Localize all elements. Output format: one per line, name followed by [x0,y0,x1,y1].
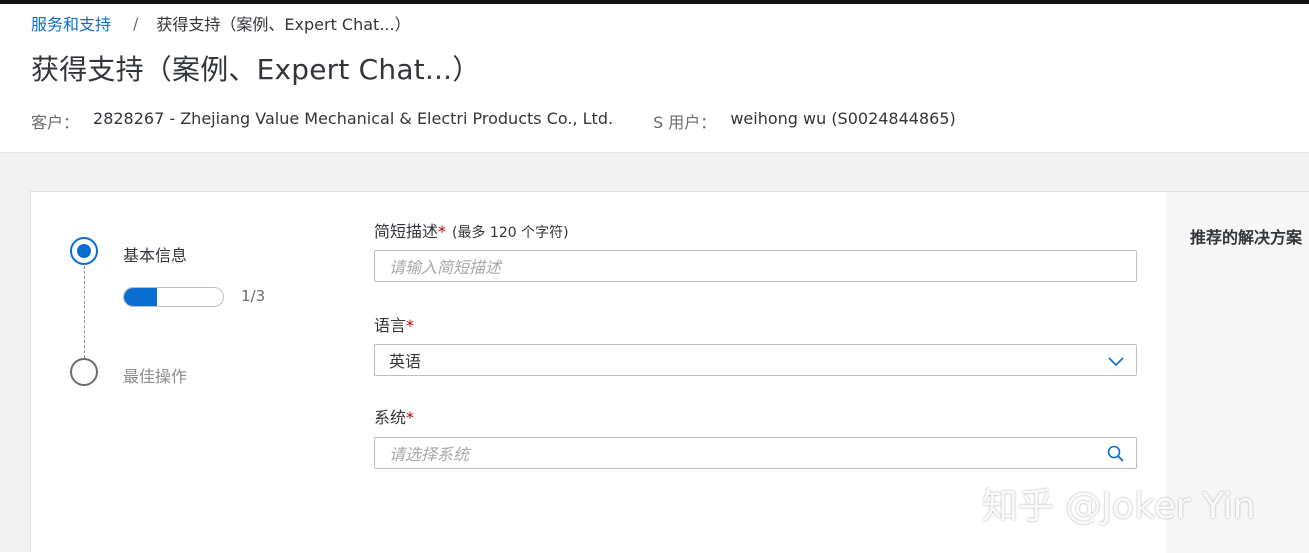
step-1-label[interactable]: 基本信息 [123,242,187,266]
short-desc-hint: (最多 120 个字符) [452,225,569,241]
required-marker: * [438,222,447,241]
short-desc-label: 简短描述* (最多 120 个字符) [374,222,569,241]
header-meta: 客户： 2828267 - Zhejiang Value Mechanical … [31,109,956,133]
step-1-indicator[interactable] [70,237,98,265]
system-input[interactable]: 请选择系统 [374,437,1137,469]
chevron-down-icon[interactable] [1106,351,1126,371]
language-label: 语言* [374,316,415,335]
short-desc-input[interactable]: 请输入简短描述 [374,250,1137,282]
page-header: 服务和支持 / 获得支持（案例、Expert Chat...） 获得支持（案例、… [0,4,1309,153]
recommendations-title: 推荐的解决方案 [1190,228,1303,247]
breadcrumb-current: 获得支持（案例、Expert Chat...） [156,15,411,34]
search-icon[interactable] [1106,444,1126,464]
system-placeholder: 请选择系统 [389,445,470,464]
suser-value: weihong wu (S0024844865) [730,109,956,128]
step-progress-text: 1/3 [241,287,266,305]
watermark: 知乎 @Joker Yin [982,486,1256,527]
required-marker: * [406,316,415,335]
customer-label: 客户： [31,113,80,132]
language-value: 英语 [389,352,422,371]
language-select[interactable]: 英语 [374,344,1137,376]
step-progress-fill [124,288,157,306]
suser-label: S 用户： [653,113,717,132]
breadcrumb-separator: / [133,13,139,33]
customer-value: 2828267 - Zhejiang Value Mechanical & El… [93,109,614,128]
breadcrumb: 服务和支持 / 获得支持（案例、Expert Chat...） [31,11,411,35]
required-marker: * [406,408,415,427]
step-2-indicator[interactable] [70,358,98,386]
page-title: 获得支持（案例、Expert Chat...） [31,53,481,86]
short-desc-placeholder: 请输入简短描述 [389,258,502,277]
system-label: 系统* [374,408,415,427]
breadcrumb-link-services[interactable]: 服务和支持 [31,11,111,35]
step-progress-bar [123,287,224,307]
step-2-label[interactable]: 最佳操作 [123,363,187,387]
step-navigator: 基本信息 1/3 最佳操作 [31,192,346,553]
step-connector [84,266,85,358]
